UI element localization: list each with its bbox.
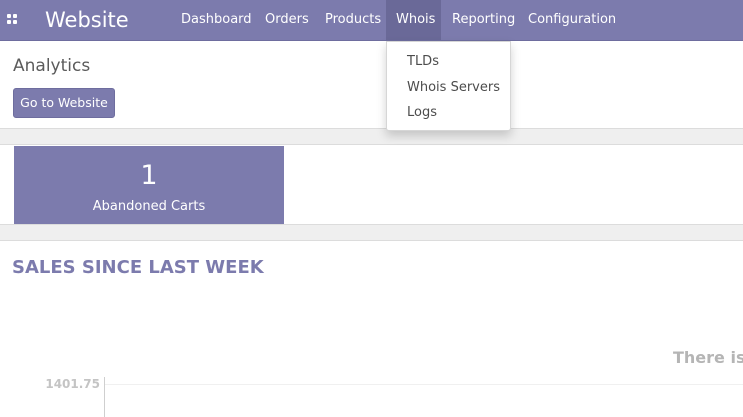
menu-dashboard[interactable]: Dashboard <box>181 0 252 40</box>
dropdown-item-tlds[interactable]: TLDs <box>407 53 439 71</box>
chart-y-axis <box>104 377 105 417</box>
page-title: Analytics <box>13 56 91 76</box>
chart-gridline <box>105 384 743 385</box>
menu-reporting[interactable]: Reporting <box>452 0 515 40</box>
go-to-website-button[interactable]: Go to Website <box>13 88 115 118</box>
dropdown-item-whois-servers[interactable]: Whois Servers <box>407 79 500 97</box>
main-navbar: Website Dashboard Orders Products Whois … <box>0 0 743 41</box>
abandoned-carts-tile[interactable]: 1 Abandoned Carts <box>14 146 284 224</box>
menu-configuration[interactable]: Configuration <box>528 0 616 40</box>
app-title[interactable]: Website <box>45 6 129 34</box>
kpi-value: 1 <box>140 160 158 191</box>
dropdown-item-logs[interactable]: Logs <box>407 104 437 122</box>
no-data-message: There is <box>673 348 743 367</box>
menu-products[interactable]: Products <box>325 0 381 40</box>
section-divider <box>0 128 743 145</box>
menu-whois[interactable]: Whois <box>386 0 441 40</box>
y-axis-tick-label: 1401.75 <box>45 377 100 391</box>
kpi-label: Abandoned Carts <box>92 199 206 214</box>
section-divider <box>0 224 743 241</box>
sales-section-title: SALES SINCE LAST WEEK <box>12 257 264 278</box>
whois-dropdown-menu: TLDs Whois Servers Logs <box>386 41 511 131</box>
apps-grid-icon[interactable] <box>7 14 18 25</box>
menu-orders[interactable]: Orders <box>265 0 309 40</box>
